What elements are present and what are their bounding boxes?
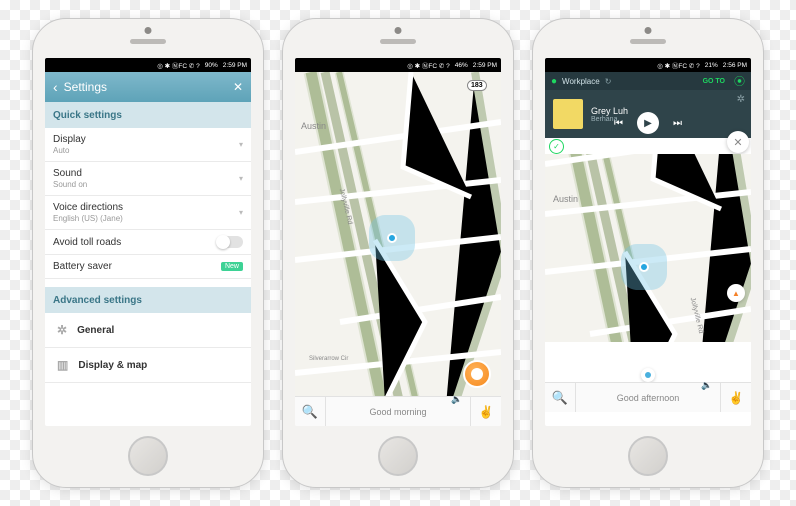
map-icon: ▥ xyxy=(57,358,68,372)
back-icon[interactable]: ‹ xyxy=(53,79,58,95)
battery-pct: 21% xyxy=(705,62,718,69)
toggle-knob xyxy=(216,235,230,249)
carpool-button[interactable]: ✌ xyxy=(721,391,751,405)
status-time: 2:59 PM xyxy=(223,62,247,69)
phone-settings: ◎ ✱ ⓃFC ✆ ? 90% 2:59 PM ‹ Settings ✕ Qui… xyxy=(32,18,264,488)
spotify-context: Workplace xyxy=(562,77,600,86)
general-label: General xyxy=(77,325,114,336)
location-dot xyxy=(387,233,397,243)
search-icon: 🔍 xyxy=(552,390,568,406)
advanced-settings-header: Advanced settings xyxy=(45,287,251,313)
row-display-map[interactable]: ▥ Display & map xyxy=(45,348,251,383)
voice-label: Voice directions xyxy=(53,202,239,213)
sound-label: Sound xyxy=(53,168,239,179)
display-label: Display xyxy=(53,134,239,145)
status-time: 2:56 PM xyxy=(723,62,747,69)
camera-dot xyxy=(395,27,402,34)
screen-map: ◎ ✱ ⓃFC ✆ ? 46% 2:59 PM Austin 183 Jolly… xyxy=(295,58,501,426)
home-button[interactable] xyxy=(378,436,418,476)
bottom-bar: 🔍 Good afternoon 🔈 ✌ xyxy=(545,382,751,412)
status-icons: ◎ ✱ ⓃFC ✆ ? xyxy=(157,60,200,70)
phone-map-morning: ◎ ✱ ⓃFC ✆ ? 46% 2:59 PM Austin 183 Jolly… xyxy=(282,18,514,488)
next-button[interactable]: ⏭ xyxy=(673,118,682,129)
battery-pct: 46% xyxy=(455,62,468,69)
voice-sub: English (US) (Jane) xyxy=(53,214,239,223)
person-icon: ✌ xyxy=(479,405,494,419)
music-subbar: ✓ ✕ xyxy=(545,138,751,154)
screen-map-music: ◎ ✱ ⓃFC ✆ ? 21% 2:56 PM ● Workplace ↻ GO… xyxy=(545,58,751,426)
greeting-banner[interactable]: Good afternoon xyxy=(575,383,721,412)
location-dot xyxy=(639,262,649,272)
compass-button[interactable]: ▲ xyxy=(727,284,745,302)
settings-header: ‹ Settings ✕ xyxy=(45,72,251,102)
earpiece xyxy=(630,39,666,44)
toll-toggle[interactable] xyxy=(217,236,243,248)
goto-button[interactable]: GO TO xyxy=(703,78,725,85)
row-toll[interactable]: Avoid toll roads xyxy=(45,230,251,255)
carpool-button[interactable]: ✌ xyxy=(471,405,501,419)
person-icon: ✌ xyxy=(729,391,744,405)
row-general[interactable]: ✲ General xyxy=(45,313,251,348)
mute-icon[interactable]: 🔈 xyxy=(451,394,471,405)
battery-pct: 90% xyxy=(205,62,218,69)
status-icons: ◎ ✱ ⓃFC ✆ ? xyxy=(407,60,450,70)
road-label-2: Silverarrow Cir xyxy=(309,356,348,362)
row-voice[interactable]: Voice directionsEnglish (US) (Jane) ▾ xyxy=(45,196,251,230)
status-bar: ◎ ✱ ⓃFC ✆ ? 46% 2:59 PM xyxy=(295,58,501,72)
row-display[interactable]: DisplayAuto ▾ xyxy=(45,128,251,162)
refresh-icon: ↻ xyxy=(605,77,612,86)
toll-label: Avoid toll roads xyxy=(53,237,217,248)
camera-dot xyxy=(145,27,152,34)
bottom-bar: 🔍 Good morning 🔈 ✌ xyxy=(295,396,501,426)
report-button[interactable] xyxy=(463,360,491,388)
album-art xyxy=(553,99,583,129)
check-icon[interactable]: ✓ xyxy=(549,139,564,154)
status-icons: ◎ ✱ ⓃFC ✆ ? xyxy=(657,60,700,70)
spotify-icon: ● xyxy=(551,76,557,87)
close-music-button[interactable]: ✕ xyxy=(727,131,749,153)
status-bar: ◎ ✱ ⓃFC ✆ ? 21% 2:56 PM xyxy=(545,58,751,72)
speech-icon xyxy=(471,368,483,380)
search-icon: 🔍 xyxy=(302,404,318,420)
mute-icon[interactable]: 🔈 xyxy=(701,380,721,391)
header-title: Settings xyxy=(64,80,233,94)
close-icon[interactable]: ✕ xyxy=(233,80,243,94)
home-button[interactable] xyxy=(128,436,168,476)
camera-dot xyxy=(645,27,652,34)
search-button[interactable]: 🔍 xyxy=(545,390,575,406)
city-label: Austin xyxy=(553,194,578,204)
screen-settings: ◎ ✱ ⓃFC ✆ ? 90% 2:59 PM ‹ Settings ✕ Qui… xyxy=(45,58,251,426)
spotify-logo-icon: ⦿ xyxy=(734,73,745,89)
route-badge: 183 xyxy=(467,80,487,91)
music-panel: Grey Luh Berhana ✲ ⏮ ▶ ⏭ xyxy=(545,90,751,138)
city-label: Austin xyxy=(301,121,326,131)
chevron-down-icon: ▾ xyxy=(239,140,243,149)
status-bar: ◎ ✱ ⓃFC ✆ ? 90% 2:59 PM xyxy=(45,58,251,72)
spotify-bar[interactable]: ● Workplace ↻ GO TO ⦿ xyxy=(545,72,751,90)
sound-sub: Sound on xyxy=(53,180,239,189)
status-time: 2:59 PM xyxy=(473,62,497,69)
new-badge: New xyxy=(221,262,243,271)
display-map-label: Display & map xyxy=(78,360,147,371)
battery-label: Battery saver xyxy=(53,261,221,272)
gear-icon: ✲ xyxy=(57,323,67,337)
search-button[interactable]: 🔍 xyxy=(295,404,325,420)
quick-settings-header: Quick settings xyxy=(45,102,251,128)
row-sound[interactable]: SoundSound on ▾ xyxy=(45,162,251,196)
earpiece xyxy=(130,39,166,44)
gear-icon[interactable]: ✲ xyxy=(737,94,745,105)
greeting-banner[interactable]: Good morning xyxy=(325,397,471,426)
phone-map-music: ◎ ✱ ⓃFC ✆ ? 21% 2:56 PM ● Workplace ↻ GO… xyxy=(532,18,764,488)
row-battery-saver[interactable]: Battery saver New xyxy=(45,255,251,279)
playback-controls: ⏮ ▶ ⏭ xyxy=(614,112,682,134)
display-sub: Auto xyxy=(53,146,239,155)
prev-button[interactable]: ⏮ xyxy=(614,118,623,129)
earpiece xyxy=(380,39,416,44)
home-button[interactable] xyxy=(628,436,668,476)
chevron-down-icon: ▾ xyxy=(239,174,243,183)
play-button[interactable]: ▶ xyxy=(637,112,659,134)
chevron-down-icon: ▾ xyxy=(239,208,243,217)
recenter-button[interactable] xyxy=(641,368,655,382)
